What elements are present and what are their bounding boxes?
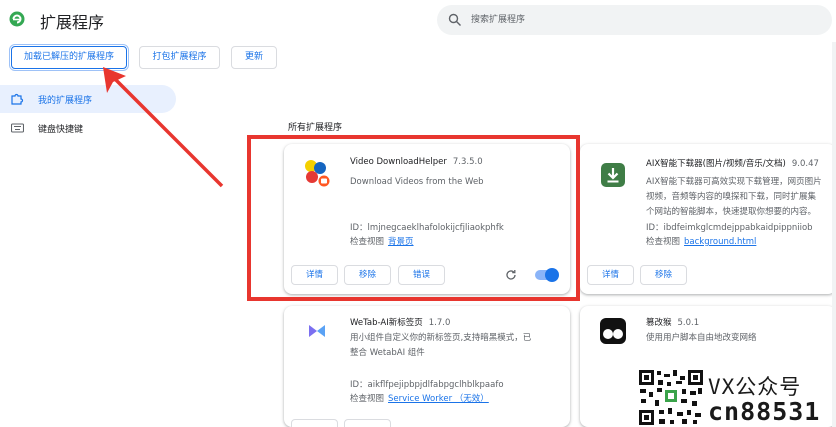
extension-name: WeTab-AI新标签页 <box>350 318 423 328</box>
extension-name-row: AIX智能下载器(图片/视频/音乐/文档) 9.0.47 <box>646 157 819 169</box>
remove-button[interactable] <box>344 419 391 427</box>
reload-icon[interactable] <box>505 269 517 281</box>
inspect-background-link[interactable]: background.html <box>684 237 756 247</box>
description-line: 视频，音频等内容的嗅探和下载，同时扩展集 <box>646 192 817 202</box>
description-line: AIX智能下载器可高效实现下载管理，网页图片 <box>646 177 822 187</box>
inspect-views: 检查视图 background.html <box>646 235 756 247</box>
inspect-views-label: 检查视图 <box>646 237 681 247</box>
extension-name-row: 篡改猴 5.0.1 <box>646 316 699 328</box>
extension-name: Video DownloadHelper <box>350 157 447 167</box>
sidebar-item-keyboard-shortcuts[interactable]: 键盘快捷键 <box>0 114 176 142</box>
extension-description: 用小组件自定义你的新标签页,支持暗黑模式，已 整合 WetabAI 组件 <box>350 331 531 361</box>
extension-card: Video DownloadHelper 7.3.5.0 Download Vid… <box>284 144 570 294</box>
tampermonkey-icon <box>600 318 626 344</box>
details-button[interactable]: 详情 <box>587 265 634 285</box>
extension-name-row: Video DownloadHelper 7.3.5.0 <box>350 157 483 167</box>
extension-name: AIX智能下载器(图片/视频/音乐/文档) <box>646 159 786 169</box>
search-input[interactable] <box>471 5 811 35</box>
remove-button[interactable]: 移除 <box>640 265 687 285</box>
description-line: 整合 WetabAI 组件 <box>350 348 425 358</box>
extension-version: 1.7.0 <box>428 318 451 328</box>
extension-icon <box>11 93 24 105</box>
extensions-logo-icon <box>9 11 25 27</box>
inspect-views: 检查视图 Service Worker （无效） <box>350 392 489 404</box>
inspect-background-page-link[interactable]: 背景页 <box>388 237 414 247</box>
scrollbar[interactable] <box>832 42 836 427</box>
description-line: 用小组件自定义你的新标签页,支持暗黑模式，已 <box>350 333 532 343</box>
details-button[interactable]: 详情 <box>291 265 338 285</box>
extension-id: ID：ibdfeimkglcmdejppabkaidpippniiob <box>646 223 813 233</box>
extension-name: 篡改猴 <box>646 318 672 328</box>
search-bar[interactable] <box>437 5 832 35</box>
extension-card: WeTab-AI新标签页 1.7.0 用小组件自定义你的新标签页,支持暗黑模式，已… <box>284 306 570 427</box>
extension-version: 7.3.5.0 <box>452 157 483 167</box>
sidebar-item-label: 键盘快捷键 <box>38 125 84 135</box>
keyboard-icon <box>11 123 24 133</box>
extension-description: AIX智能下载器可高效实现下载管理，网页图片 视频，音频等内容的嗅探和下载，同时… <box>646 175 822 220</box>
extension-id: ID：lmjnegcaeklhafolokijcfjliaokphfk <box>350 223 504 233</box>
details-button[interactable] <box>291 419 338 427</box>
load-unpacked-button[interactable]: 加载已解压的扩展程序 <box>9 44 129 71</box>
remove-button[interactable]: 移除 <box>344 265 391 285</box>
section-title: 所有扩展程序 <box>288 123 343 133</box>
extension-id: ID：aikflfpejipbpjdlfabpgclhblkpaafo <box>350 380 504 390</box>
video-downloadhelper-icon <box>305 160 331 188</box>
page-title: 扩展程序 <box>40 13 105 32</box>
extension-description: Download Videos from the Web <box>350 177 484 187</box>
inspect-service-worker-link[interactable]: Service Worker （无效） <box>388 394 489 404</box>
sidebar-item-label: 我的扩展程序 <box>38 96 93 106</box>
sidebar-item-my-extensions[interactable]: 我的扩展程序 <box>0 85 176 113</box>
extension-version: 9.0.47 <box>791 159 819 169</box>
wetab-icon <box>309 325 325 337</box>
watermark-line-2: cn88531 <box>708 397 821 426</box>
extension-name-row: WeTab-AI新标签页 1.7.0 <box>350 316 450 328</box>
extension-version: 5.0.1 <box>677 318 700 328</box>
enable-toggle[interactable] <box>535 268 559 282</box>
search-icon <box>448 13 461 26</box>
inspect-views-label: 检查视图 <box>350 237 385 247</box>
errors-button[interactable]: 错误 <box>398 265 445 285</box>
inspect-views: 检查视图 背景页 <box>350 235 414 247</box>
download-arrow-icon <box>601 163 625 187</box>
update-button[interactable]: 更新 <box>231 46 277 69</box>
extension-description: 使用用户脚本自由地改变网络 <box>646 333 757 343</box>
pack-extension-button[interactable]: 打包扩展程序 <box>139 46 220 69</box>
qr-code-icon <box>637 368 705 427</box>
inspect-views-label: 检查视图 <box>350 394 385 404</box>
description-line: 个网站的智能脚本，快速提取你想要的内容。 <box>646 207 817 217</box>
extension-card: AIX智能下载器(图片/视频/音乐/文档) 9.0.47 AIX智能下载器可高效实… <box>580 144 836 294</box>
